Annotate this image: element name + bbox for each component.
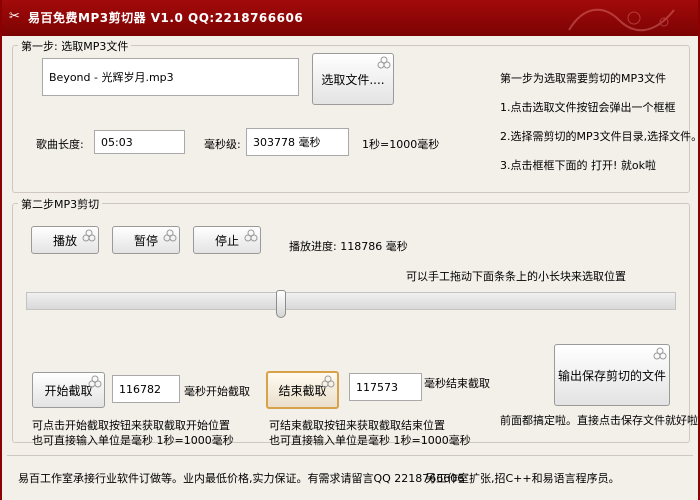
title-bar: ✂ 易百免费MP3剪切器 V1.0 QQ:2218766606	[2, 0, 698, 36]
flower-icon	[321, 375, 335, 388]
position-slider-thumb[interactable]	[275, 290, 286, 318]
flower-icon	[377, 56, 391, 69]
footer-left-text: 易百工作室承接行业软件订做等。业内最低价格,实力保证。有需求请留言QQ 2218…	[18, 472, 465, 485]
footer-divider	[7, 455, 693, 456]
help-line-3: 2.选择需剪切的MP3文件目录,选择文件。	[500, 130, 700, 143]
flower-icon	[653, 347, 667, 360]
choose-file-button[interactable]: 选取文件....	[312, 53, 394, 105]
main-window: ✂ 易百免费MP3剪切器 V1.0 QQ:2218766606 第一步: 选取M…	[0, 0, 700, 500]
slider-hint: 可以手工拖动下面条条上的小长块来选取位置	[406, 270, 626, 283]
window-title: 易百免费MP3剪切器 V1.0 QQ:2218766606	[28, 11, 304, 25]
decorative-pattern-icon	[568, 8, 675, 32]
start-help-2: 也可直接输入单位是毫秒 1秒=1000毫秒	[32, 434, 234, 447]
ms-label: 毫秒级:	[204, 138, 241, 151]
ms-field[interactable]: 303778 毫秒	[246, 128, 349, 156]
flower-icon	[88, 375, 102, 388]
step1-title: 第一步: 选取MP3文件	[18, 38, 132, 54]
footer-right-text: 另工作室扩张,招C++和易语言程序员。	[425, 472, 620, 485]
choose-file-label: 选取文件....	[321, 72, 385, 87]
play-label: 播放	[52, 233, 77, 248]
position-slider-track[interactable]	[26, 292, 676, 310]
song-length-label: 歌曲长度:	[36, 138, 84, 151]
start-cut-button[interactable]: 开始截取	[32, 372, 105, 408]
playback-progress: 播放进度: 118786 毫秒	[289, 240, 408, 253]
start-ms-suffix: 毫秒开始截取	[184, 385, 250, 398]
song-length-field[interactable]: 05:03	[94, 130, 185, 154]
start-help-1: 可点击开始截取按钮来获取截取开始位置	[32, 419, 230, 432]
stop-label: 停止	[214, 233, 239, 248]
end-help-2: 也可直接输入单位是毫秒 1秒=1000毫秒	[269, 434, 471, 447]
end-cut-button[interactable]: 结束截取	[266, 371, 339, 409]
help-line-1: 第一步为选取需要剪切的MP3文件	[500, 72, 667, 85]
start-cut-label: 开始截取	[44, 383, 93, 398]
pause-label: 暂停	[133, 233, 158, 248]
end-help-1: 可结束截取按钮来获取截取结束位置	[269, 419, 445, 432]
output-help: 前面都搞定啦。直接点击保存文件就好啦	[500, 414, 698, 427]
step2-title: 第二步MP3剪切	[18, 196, 103, 212]
scissors-icon: ✂	[9, 9, 20, 24]
help-line-2: 1.点击选取文件按钮会弹出一个框框	[500, 101, 676, 114]
end-ms-field[interactable]: 117573	[349, 373, 422, 401]
pause-button[interactable]: 暂停	[112, 226, 180, 254]
flower-icon	[82, 229, 96, 242]
flower-icon	[163, 229, 177, 242]
start-ms-field[interactable]: 116782	[112, 375, 180, 403]
ms-note: 1秒=1000毫秒	[362, 138, 440, 151]
flower-icon	[244, 229, 258, 242]
file-path-field[interactable]: Beyond - 光辉岁月.mp3	[42, 58, 299, 96]
output-save-button[interactable]: 输出保存剪切的文件	[554, 344, 670, 406]
help-line-4: 3.点击框框下面的 打开! 就ok啦	[500, 159, 656, 172]
end-cut-label: 结束截取	[278, 383, 327, 398]
stop-button[interactable]: 停止	[193, 226, 261, 254]
output-save-label: 输出保存剪切的文件	[557, 368, 666, 383]
end-ms-suffix: 毫秒结束截取	[424, 377, 490, 390]
play-button[interactable]: 播放	[31, 226, 99, 254]
